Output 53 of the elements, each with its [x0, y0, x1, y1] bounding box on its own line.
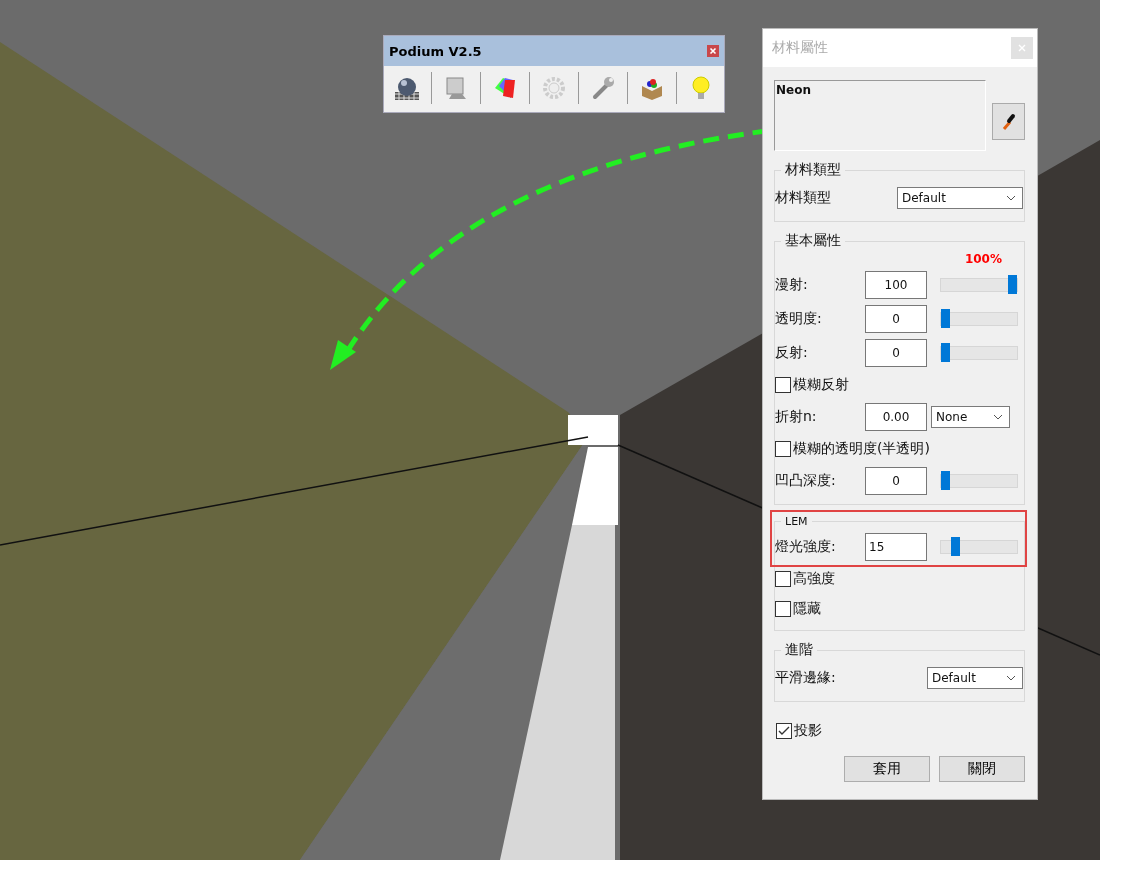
field-label: 反射:	[775, 344, 809, 362]
slider-track[interactable]	[940, 278, 1018, 292]
checkbox[interactable]	[775, 441, 791, 457]
eyedropper-button[interactable]	[992, 103, 1025, 140]
close-button[interactable]: 關閉	[939, 756, 1025, 782]
smooth-edge-dropdown[interactable]: Default	[927, 667, 1023, 689]
checkbox[interactable]	[776, 723, 792, 739]
checkbox[interactable]	[775, 377, 791, 393]
refraction-dropdown[interactable]: None	[931, 406, 1010, 428]
field-label: 凹凸深度:	[775, 472, 837, 490]
checkbox[interactable]	[775, 571, 791, 587]
percent-readout: 100%	[964, 252, 1002, 268]
group-title: LEM	[784, 515, 809, 528]
field-label: 透明度:	[775, 310, 823, 328]
checkbox-label: 模糊反射	[793, 376, 849, 394]
chevron-down-icon	[993, 414, 1003, 420]
slider-track[interactable]	[940, 474, 1018, 488]
field-label: 材料類型	[775, 189, 832, 207]
chevron-down-icon	[1006, 675, 1016, 681]
dialog-title: 材料屬性	[772, 39, 828, 57]
checkbox-label: 隱藏	[793, 600, 821, 618]
close-icon[interactable]	[707, 45, 719, 57]
material-name: Neon	[776, 83, 811, 97]
checkbox[interactable]	[775, 601, 791, 617]
eyedropper-icon	[1000, 112, 1017, 131]
number-field[interactable]: 15	[865, 533, 927, 561]
chevron-down-icon	[1006, 195, 1016, 201]
field-label: 漫射:	[775, 276, 809, 294]
number-field[interactable]: 0	[865, 305, 927, 333]
number-field[interactable]: 100	[865, 271, 927, 299]
checkbox-label: 高強度	[793, 570, 835, 588]
group-title: 基本屬性	[784, 232, 842, 250]
group-title: 材料類型	[784, 161, 842, 179]
material-type-dropdown[interactable]: Default	[897, 187, 1023, 209]
field-label: 燈光強度:	[775, 538, 837, 556]
group-title: 進階	[784, 641, 814, 659]
slider-thumb[interactable]	[941, 309, 950, 328]
apply-button[interactable]: 套用	[844, 756, 930, 782]
number-field[interactable]: 0	[865, 339, 927, 367]
checkbox-label: 投影	[794, 722, 822, 740]
slider-track[interactable]	[940, 540, 1018, 554]
slider-thumb[interactable]	[951, 537, 961, 556]
slider-thumb[interactable]	[941, 343, 950, 362]
checkbox-label: 模糊的透明度(半透明)	[793, 440, 930, 458]
slider-thumb[interactable]	[1008, 275, 1017, 294]
number-field[interactable]: 0	[865, 467, 927, 495]
number-field[interactable]: 0.00	[865, 403, 927, 431]
slider-track[interactable]	[940, 346, 1018, 360]
toolbar-title: Podium V2.5	[389, 43, 482, 59]
field-label: 平滑邊緣:	[775, 669, 837, 687]
slider-track[interactable]	[940, 312, 1018, 326]
field-label: 折射n:	[775, 408, 818, 426]
slider-thumb[interactable]	[941, 471, 950, 490]
